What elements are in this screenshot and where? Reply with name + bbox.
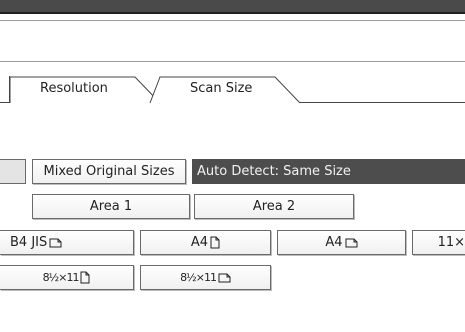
tab-resolution-label: Resolution	[40, 81, 108, 96]
area-2-button[interactable]: Area 2	[194, 194, 354, 219]
auto-detect-status-text: Auto Detect: Same Size	[197, 164, 351, 179]
divider-line	[0, 61, 465, 62]
size-letter-portrait-button[interactable]: 8½×11	[0, 265, 134, 290]
size-11x-label: 11×	[437, 235, 465, 250]
size-a4-portrait-button[interactable]: A4	[140, 230, 271, 255]
mixed-original-sizes-button[interactable]: Mixed Original Sizes	[32, 159, 186, 184]
size-letter-landscape-button[interactable]: 8½×11	[140, 265, 271, 290]
tab-bar-edge	[9, 76, 10, 103]
size-b4-jis-landscape-button[interactable]: B4 JIS	[0, 230, 134, 255]
landscape-paper-icon	[218, 273, 231, 282]
tab-resolution[interactable]: Resolution	[9, 76, 161, 104]
mixed-original-sizes-label: Mixed Original Sizes	[43, 164, 175, 179]
title-bar	[0, 0, 465, 14]
size-letter-landscape-label: 8½×11	[180, 271, 217, 284]
size-11x-button[interactable]: 11×	[412, 230, 465, 255]
landscape-paper-icon	[49, 238, 62, 247]
portrait-paper-icon	[210, 236, 220, 249]
tab-bar-baseline	[300, 102, 465, 103]
size-a4-portrait-label: A4	[190, 235, 209, 250]
landscape-paper-icon	[345, 238, 358, 247]
area-1-label: Area 1	[89, 199, 133, 214]
portrait-paper-icon	[80, 271, 90, 284]
tab-scan-size-label: Scan Size	[190, 81, 253, 96]
auto-detect-status: Auto Detect: Same Size	[192, 159, 465, 184]
size-letter-portrait-label: 8½×11	[42, 271, 80, 284]
area-1-button[interactable]: Area 1	[32, 194, 190, 219]
divider-line	[0, 20, 465, 21]
scan-settings-panel: Resolution Scan Size Mixed Original Size…	[0, 0, 465, 332]
scroll-left-button[interactable]	[0, 159, 26, 184]
area-2-label: Area 2	[252, 199, 296, 214]
size-a4-landscape-label: A4	[325, 235, 343, 250]
tab-scan-size[interactable]: Scan Size	[149, 76, 301, 104]
size-a4-landscape-button[interactable]: A4	[277, 230, 406, 255]
size-b4-jis-label: B4 JIS	[10, 235, 48, 250]
